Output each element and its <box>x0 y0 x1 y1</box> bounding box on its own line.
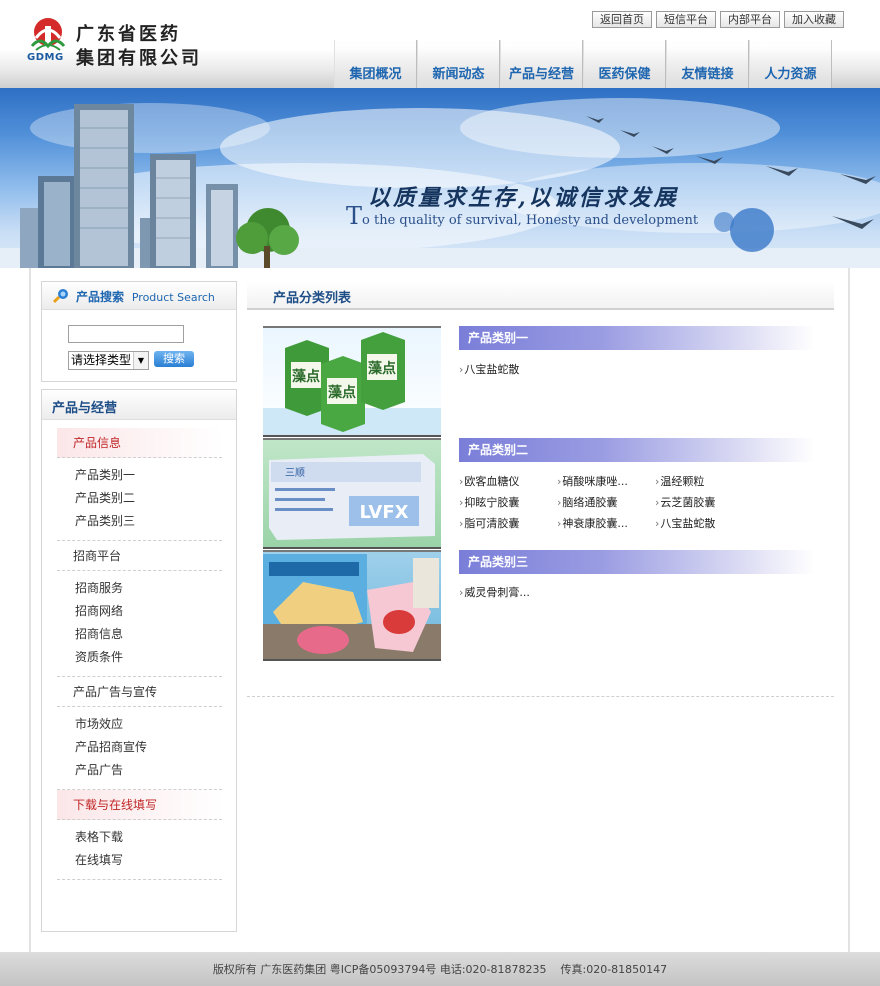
product-search-panel: 产品搜索 Product Search 请选择类型 ▼ 搜索 <box>41 281 237 382</box>
page-title: 产品分类列表 <box>247 281 834 310</box>
sidebar-item-investment-network[interactable]: 招商网络 <box>57 600 222 623</box>
sidebar-group-advertising[interactable]: 产品广告与宣传 <box>57 677 222 707</box>
product-link[interactable]: 温经颗粒 <box>655 473 704 489</box>
sidebar-group-product-info[interactable]: 产品信息 <box>57 428 222 458</box>
category-2-image[interactable]: LVFX 三顺 <box>263 438 441 549</box>
category-1-title[interactable]: 产品类别一 <box>459 326 814 350</box>
search-panel-header: 产品搜索 Product Search <box>42 282 236 310</box>
banner-english-rest: o the quality of survival, Honesty and d… <box>362 213 699 228</box>
sidebar-item-category-2[interactable]: 产品类别二 <box>57 487 222 510</box>
category-3-title[interactable]: 产品类别三 <box>459 550 814 574</box>
toplink-home[interactable]: 返回首页 <box>592 11 652 28</box>
search-title-en: Product Search <box>131 291 215 304</box>
frame-left <box>29 268 31 952</box>
product-link[interactable]: 威灵骨刺膏... <box>459 584 530 600</box>
sidebar-item-investment-service[interactable]: 招商服务 <box>57 577 222 600</box>
top-links: 返回首页 短信平台 内部平台 加入收藏 <box>592 11 844 28</box>
category-1-box-label: 藻点 <box>368 360 396 377</box>
sidebar-item-category-3[interactable]: 产品类别三 <box>57 510 222 541</box>
search-title: 产品搜索 <box>76 290 125 304</box>
product-link[interactable]: 脑络通胶囊 <box>557 494 617 510</box>
product-link[interactable]: 硝酸咪康唑... <box>557 473 628 489</box>
nav-item-group-overview[interactable]: 集团概况 <box>334 40 417 88</box>
company-name-line1: 广东省医药 <box>76 24 181 45</box>
category-2-brand-label: 三顺 <box>285 467 305 479</box>
product-link[interactable]: 云芝菌胶囊 <box>655 494 715 510</box>
product-type-select[interactable]: 请选择类型 ▼ <box>68 351 149 370</box>
nav-item-health[interactable]: 医药保健 <box>583 40 666 88</box>
sidebar-item-form-download[interactable]: 表格下载 <box>57 826 222 849</box>
sidebar-item-product-ads[interactable]: 产品广告 <box>57 759 222 790</box>
product-link[interactable]: 抑眩宁胶囊 <box>459 494 519 510</box>
toplink-sms-platform[interactable]: 短信平台 <box>656 11 716 28</box>
nav-item-products[interactable]: 产品与经营 <box>500 40 583 88</box>
sidebar-item-category-1[interactable]: 产品类别一 <box>57 464 222 487</box>
product-link[interactable]: 欧客血糖仪 <box>459 473 519 489</box>
logo-abbreviation: GDMG <box>27 52 64 63</box>
category-2-title[interactable]: 产品类别二 <box>459 438 814 462</box>
sidebar-group-download-online[interactable]: 下载与在线填写 <box>57 790 222 820</box>
category-3-image[interactable] <box>263 550 441 661</box>
header: GDMG 广东省医药 集团有限公司 返回首页 短信平台 内部平台 加入收藏 集团… <box>0 0 880 88</box>
product-link[interactable]: 八宝盐蛇散 <box>655 515 715 531</box>
banner-illustration <box>0 98 880 268</box>
sidebar-item-investment-promotion[interactable]: 产品招商宣传 <box>57 736 222 759</box>
product-link[interactable]: 神衰康胶囊... <box>557 515 628 531</box>
sidebar-group-investment-platform[interactable]: 招商平台 <box>57 541 222 571</box>
search-globe-icon <box>52 289 68 304</box>
sidebar-menu-list: 产品信息 产品类别一 产品类别二 产品类别三 招商平台 招商服务 招商网络 招商… <box>57 428 222 880</box>
footer: 版权所有 广东医药集团 粤ICP备05093794号 电话:020-818782… <box>0 952 880 986</box>
category-2-box-label: LVFX <box>359 502 408 523</box>
nav-item-links[interactable]: 友情链接 <box>666 40 749 88</box>
category-1-box-label: 藻点 <box>292 368 320 385</box>
company-name-line2: 集团有限公司 <box>76 48 202 69</box>
banner-english-slogan: To the quality of survival, Honesty and … <box>346 202 698 230</box>
toplink-internal-platform[interactable]: 内部平台 <box>720 11 780 28</box>
banner-english-initial: T <box>346 202 363 230</box>
category-1-box-label: 藻点 <box>328 384 356 401</box>
product-link[interactable]: 八宝盐蛇散 <box>459 361 519 377</box>
frame-right <box>848 268 850 952</box>
chevron-down-icon: ▼ <box>133 352 148 369</box>
nav-item-news[interactable]: 新闻动态 <box>417 40 500 88</box>
main-nav: 集团概况 新闻动态 产品与经营 医药保健 友情链接 人力资源 <box>334 40 832 88</box>
company-logo[interactable]: GDMG 广东省医药 集团有限公司 <box>26 14 199 70</box>
search-input[interactable] <box>68 325 184 343</box>
footer-fax: 传真:020-81850147 <box>560 963 668 976</box>
category-1-image[interactable]: 藻点 藻点 藻点 <box>263 326 441 437</box>
product-type-select-value: 请选择类型 <box>71 353 132 367</box>
product-link[interactable]: 脂可清胶囊 <box>459 515 519 531</box>
sidebar-item-investment-info[interactable]: 招商信息 <box>57 623 222 646</box>
search-button[interactable]: 搜索 <box>154 351 194 367</box>
content-divider <box>247 696 834 697</box>
sidebar-item-online-fill[interactable]: 在线填写 <box>57 849 222 880</box>
banner: 以质量求生存,以诚信求发展 To the quality of survival… <box>0 88 880 268</box>
sidebar-menu-panel: 产品与经营 产品信息 产品类别一 产品类别二 产品类别三 招商平台 招商服务 招… <box>41 389 237 932</box>
sidebar-item-qualification[interactable]: 资质条件 <box>57 646 222 677</box>
sidebar-item-market-effect[interactable]: 市场效应 <box>57 713 222 736</box>
nav-item-hr[interactable]: 人力资源 <box>749 40 832 88</box>
toplink-add-favorite[interactable]: 加入收藏 <box>784 11 844 28</box>
footer-copyright: 版权所有 广东医药集团 粤ICP备05093794号 电话:020-818782… <box>212 963 547 976</box>
sidebar-menu-title: 产品与经营 <box>42 390 236 420</box>
